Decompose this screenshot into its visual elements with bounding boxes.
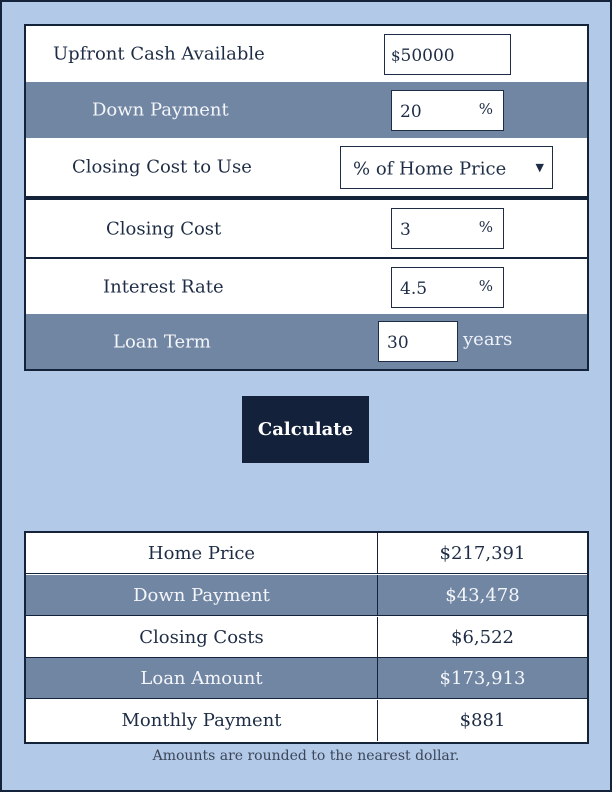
result-label: Monthly Payment [26, 700, 378, 741]
result-label: Loan Amount [26, 658, 378, 698]
chevron-down-icon: ▼ [535, 160, 544, 174]
loan-term-value: 30 [387, 332, 409, 353]
loan-term-input[interactable]: 30 [378, 321, 458, 362]
row-loan-term: Loan Term 30 years [26, 314, 587, 369]
calculate-button[interactable]: Calculate [242, 396, 369, 463]
row-closing-cost-type: Closing Cost to Use % of Home Price ▼ [26, 138, 587, 196]
result-value: $173,913 [439, 667, 526, 689]
result-label: Down Payment [26, 575, 378, 615]
closing-cost-input[interactable]: 3 % [391, 208, 504, 249]
down-payment-input[interactable]: 20 % [391, 90, 504, 131]
interest-rate-input[interactable]: 4.5 % [391, 267, 504, 308]
loan-term-label: Loan Term [113, 331, 211, 352]
interest-rate-label: Interest Rate [103, 276, 224, 297]
down-payment-value: 20 [400, 101, 422, 122]
result-value: $6,522 [451, 626, 514, 648]
upfront-cash-value: 50000 [400, 45, 455, 66]
result-label: Closing Costs [26, 617, 378, 657]
percent-unit: % [478, 276, 493, 295]
closing-cost-type-label: Closing Cost to Use [72, 156, 252, 178]
table-row: Loan Amount $173,913 [26, 658, 587, 699]
percent-unit: % [478, 217, 493, 236]
row-closing-cost: Closing Cost 3 % [26, 200, 587, 257]
results-table: Home Price $217,391 Down Payment $43,478… [24, 531, 589, 744]
table-row: Monthly Payment $881 [26, 700, 587, 741]
dollar-prefix: $ [391, 46, 401, 65]
closing-cost-type-selected: % of Home Price [353, 158, 507, 180]
rounding-footnote: Amounts are rounded to the nearest dolla… [152, 748, 460, 764]
upfront-cash-label: Upfront Cash Available [53, 43, 265, 65]
down-payment-label: Down Payment [92, 99, 229, 121]
row-upfront-cash: Upfront Cash Available $50000 [26, 26, 587, 82]
row-down-payment: Down Payment 20 % [26, 82, 587, 138]
result-value: $43,478 [445, 584, 520, 606]
row-interest-rate: Interest Rate 4.5 % [26, 259, 587, 314]
closing-cost-value: 3 [400, 219, 411, 240]
closing-cost-type-select[interactable]: % of Home Price ▼ [340, 146, 553, 189]
years-unit: years [463, 329, 513, 350]
table-row: Home Price $217,391 [26, 533, 587, 574]
interest-rate-value: 4.5 [400, 278, 428, 299]
table-row: Down Payment $43,478 [26, 575, 587, 616]
upfront-cash-input[interactable]: $50000 [384, 34, 511, 75]
table-row: Closing Costs $6,522 [26, 617, 587, 658]
result-value: $217,391 [439, 542, 526, 564]
percent-unit: % [478, 99, 493, 118]
closing-cost-label: Closing Cost [106, 218, 222, 239]
input-form: Upfront Cash Available $50000 Down Payme… [24, 24, 589, 371]
result-value: $881 [459, 710, 506, 731]
result-label: Home Price [26, 533, 378, 573]
